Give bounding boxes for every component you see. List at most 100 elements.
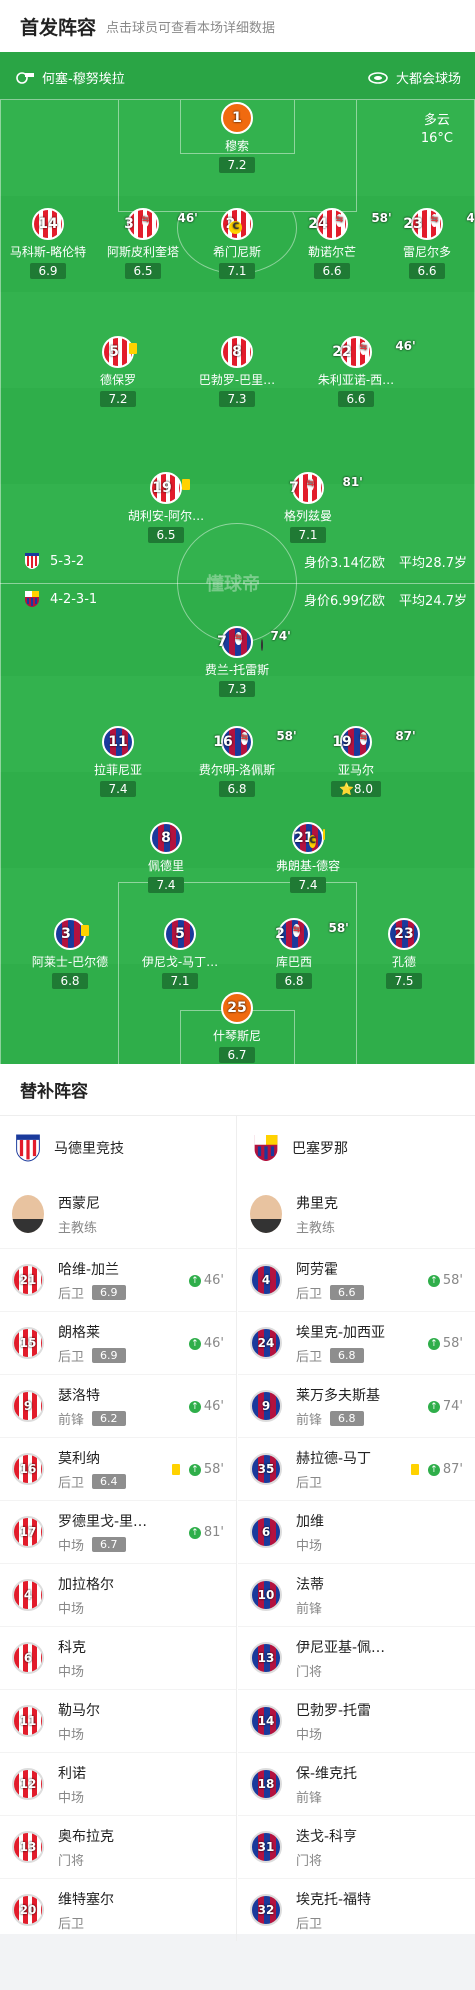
team-a-stats: 身价3.14亿欧 平均28.7岁 xyxy=(304,552,467,571)
sub-position: 中场 xyxy=(58,1790,85,1806)
sub-player-row[interactable]: 11 勒马尔 中场 xyxy=(0,1689,236,1752)
player-rating: 7.2 xyxy=(219,157,255,173)
sub-number: 9 xyxy=(261,1399,271,1413)
player-atm[interactable]: 5 德保罗 7.2 xyxy=(63,336,173,407)
shirt-icon: 14 xyxy=(32,208,64,240)
shirt-icon: 8 xyxy=(150,822,182,854)
sub-player-row[interactable]: 6 加维 中场 xyxy=(238,1500,475,1563)
player-name: 佩德里 xyxy=(147,859,184,873)
player-atm[interactable]: 7 ⇆ 81' 格列兹曼 7.1 xyxy=(253,472,363,543)
player-bar[interactable]: 8 佩德里 7.4 xyxy=(111,822,221,893)
sub-in-minute: 58' xyxy=(442,1336,463,1351)
player-rating: 7.1 xyxy=(219,263,255,279)
shirt-icon: 1 xyxy=(221,102,253,134)
sub-player-row[interactable]: 24 埃里克-加西亚 后卫 6.8 ↑ 58' xyxy=(238,1311,475,1374)
player-bar[interactable]: 21 C 弗朗基-德容 7.4 xyxy=(253,822,363,893)
weather-temp: 16°C xyxy=(420,131,453,146)
player-rating: 7.2 xyxy=(100,391,136,407)
page-subtitle: 点击球员可查看本场详细数据 xyxy=(106,20,276,36)
player-atm[interactable]: 8 巴勃罗-巴里… 7.3 xyxy=(182,336,292,407)
sub-player-row[interactable]: 17 罗德里戈-里… 中场 6.7 ↑ 81' xyxy=(0,1500,236,1563)
page-title: 首发阵容 xyxy=(20,16,97,39)
player-bar[interactable]: 23 孔德 7.5 xyxy=(349,918,459,989)
sub-player-row[interactable]: 4 阿劳霍 后卫 6.6 ↑ 58' xyxy=(238,1248,475,1311)
sub-number: 21 xyxy=(19,1273,37,1287)
sub-position: 后卫 xyxy=(58,1475,85,1491)
sub-position: 中场 xyxy=(296,1727,323,1743)
player-bar[interactable]: 16 ⇆ 58' 费尔明-洛佩斯 6.8 xyxy=(182,726,297,797)
shirt-icon: 23 xyxy=(388,918,420,950)
team-b-header[interactable]: 巴塞罗那 xyxy=(238,1116,475,1180)
sub-player-row[interactable]: 10 法蒂 前锋 xyxy=(238,1563,475,1626)
team-b-value: 身价6.99亿欧 xyxy=(303,594,385,609)
sub-position: 前锋 xyxy=(58,1412,85,1428)
team-b-coach[interactable]: 弗里克 主教练 xyxy=(238,1180,475,1248)
sub-name: 莱万多夫斯基 xyxy=(296,1387,380,1404)
sub-name: 瑟洛特 xyxy=(58,1387,100,1404)
player-rating: 6.5 xyxy=(148,527,184,543)
player-atm[interactable]: 19 胡利安-阿尔… 6.5 xyxy=(111,472,221,543)
player-bar[interactable]: 7 ⇆ 74' 费兰-托雷斯 7.3 xyxy=(182,626,292,697)
shirt-icon: 7 ⇆ 81' xyxy=(289,472,363,504)
player-bar[interactable]: 2 ⇆ 58' 库巴西 6.8 xyxy=(239,918,349,989)
sub-player-row[interactable]: 13 伊尼亚基-佩… 门将 xyxy=(238,1626,475,1689)
player-atm[interactable]: 22 ⇆ 46' 朱利亚诺-西… 6.6 xyxy=(301,336,416,407)
player-rating: 7.3 xyxy=(219,391,255,407)
atletico-crest-icon xyxy=(14,1132,42,1164)
team-b-formation: 4-2-3-1 xyxy=(24,590,97,608)
shirt-icon: 16 xyxy=(12,1453,44,1485)
sub-player-row[interactable]: 6 科克 中场 xyxy=(0,1626,236,1689)
shirt-icon: 6 xyxy=(250,1516,282,1548)
sub-player-row[interactable]: 31 迭戈-科亨 门将 xyxy=(238,1815,475,1878)
player-atm[interactable]: 24 ⇆ 58' 勒诺尔芒 6.6 xyxy=(277,208,392,279)
sub-name: 赫拉德-马丁 xyxy=(296,1450,372,1467)
sub-player-row[interactable]: 16 莫利纳 后卫 6.4 ↑ 58' xyxy=(0,1437,236,1500)
team-b-stats: 身价6.99亿欧 平均24.7岁 xyxy=(304,590,467,609)
player-atm[interactable]: 1 穆索 7.2 xyxy=(182,102,292,173)
player-atm[interactable]: 2C 希门尼斯 7.1 xyxy=(182,208,292,279)
sub-in-minute: 81' xyxy=(203,1525,224,1540)
sub-player-row[interactable]: 4 加拉格尔 中场 xyxy=(0,1563,236,1626)
sub-player-row[interactable]: 21 哈维-加兰 后卫 6.9 ↑ 46' xyxy=(0,1248,236,1311)
sub-name: 勒马尔 xyxy=(58,1702,100,1719)
player-number: 14 xyxy=(38,216,58,232)
shirt-icon: 13 xyxy=(250,1642,282,1674)
sub-player-row[interactable]: 9 莱万多夫斯基 前锋 6.8 ↑ 74' xyxy=(238,1374,475,1437)
player-name: 孔德 xyxy=(391,955,416,969)
sub-player-row[interactable]: 15 朗格莱 后卫 6.9 ↑ 46' xyxy=(0,1311,236,1374)
sub-in-icon: ↑ xyxy=(188,1337,201,1350)
sub-name: 埃克托-福特 xyxy=(296,1891,372,1908)
player-rating: 7.1 xyxy=(162,973,198,989)
sub-number: 18 xyxy=(257,1777,275,1791)
sub-player-row[interactable]: 20 维特塞尔 后卫 xyxy=(0,1878,236,1941)
team-a-coach[interactable]: 西蒙尼 主教练 xyxy=(0,1180,236,1248)
sub-name: 维特塞尔 xyxy=(58,1891,114,1908)
sub-number: 10 xyxy=(257,1588,275,1602)
sub-position: 门将 xyxy=(58,1853,85,1869)
sub-out-icon: ⇆ xyxy=(359,731,368,745)
sub-name: 朗格莱 xyxy=(58,1324,100,1341)
sub-player-row[interactable]: 9 瑟洛特 前锋 6.2 ↑ 46' xyxy=(0,1374,236,1437)
sub-player-row[interactable]: 13 奥布拉克 门将 xyxy=(0,1815,236,1878)
player-atm[interactable]: 23 ⇆ 46' 雷尼尔多 6.6 xyxy=(372,208,475,279)
team-a-header[interactable]: 马德里竞技 xyxy=(0,1116,236,1180)
player-bar[interactable]: 11 拉菲尼亚 7.4 xyxy=(63,726,173,797)
sub-number: 6 xyxy=(261,1525,271,1539)
sub-position: 后卫 xyxy=(58,1916,85,1932)
shirt-icon: 14 xyxy=(250,1705,282,1737)
sub-player-row[interactable]: 35 赫拉德-马丁 后卫 ↑ 87' xyxy=(238,1437,475,1500)
player-bar[interactable]: 5 伊尼戈-马丁… 7.1 xyxy=(125,918,235,989)
stadium: 大都会球场 xyxy=(368,68,461,87)
player-bar[interactable]: 19 ⇆ 87' 亚马尔 ⭐8.0 xyxy=(301,726,416,797)
shirt-icon: 4 xyxy=(250,1264,282,1296)
sub-player-row[interactable]: 12 利诺 中场 xyxy=(0,1752,236,1815)
sub-player-row[interactable]: 14 巴勃罗-托雷 中场 xyxy=(238,1689,475,1752)
sub-player-row[interactable]: 18 保-维克托 前锋 xyxy=(238,1752,475,1815)
player-bar[interactable]: 3 阿莱士-巴尔德 6.8 xyxy=(15,918,125,989)
pitch: 何塞-穆努埃拉 大都会球场 多云 16°C 懂球帝 5-3-2 身价3.14亿欧… xyxy=(0,52,475,1064)
shirt-icon: 32 xyxy=(250,1894,282,1926)
sub-player-row[interactable]: 32 埃克托-福特 后卫 xyxy=(238,1878,475,1941)
player-bar[interactable]: 25 什琴斯尼 6.7 xyxy=(182,992,292,1063)
stadium-name: 大都会球场 xyxy=(395,72,461,87)
player-rating: 7.5 xyxy=(386,973,422,989)
